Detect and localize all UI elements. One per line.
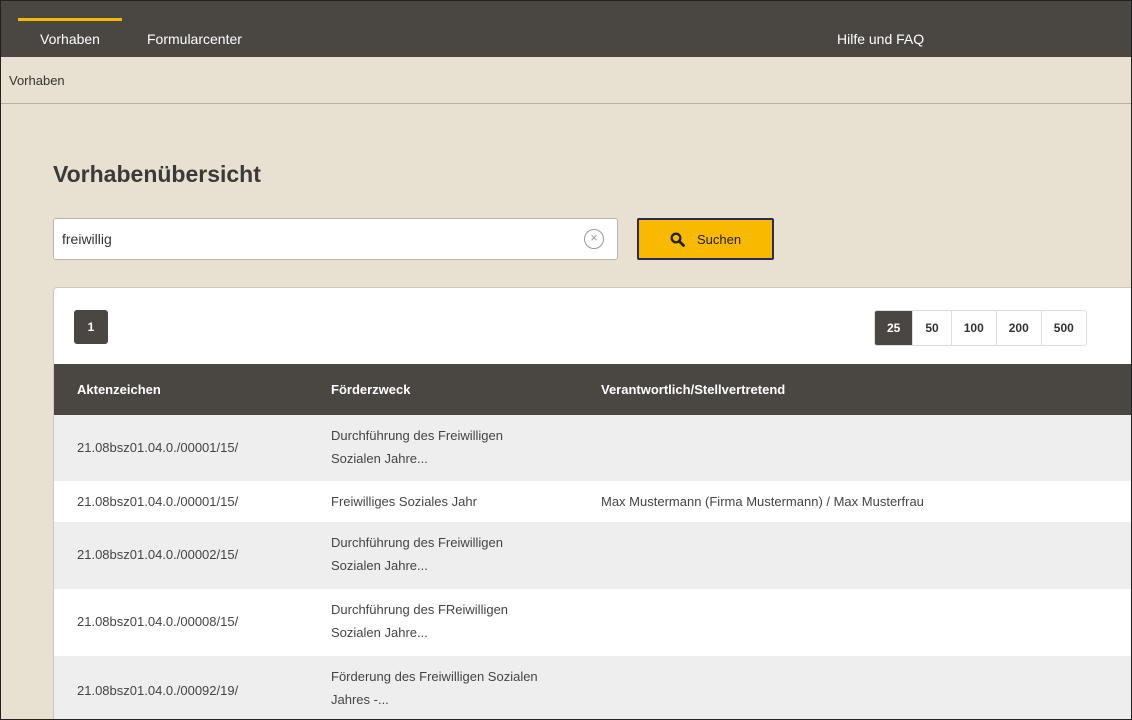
page-size-200[interactable]: 200 bbox=[995, 311, 1041, 345]
breadcrumb-bar: Vorhaben bbox=[1, 57, 1131, 104]
cell-foerderzweck-line: Durchführung des FReiwilligen bbox=[331, 602, 509, 617]
tab-vorhaben[interactable]: Vorhaben bbox=[18, 18, 122, 56]
cell-aktenzeichen: 21.08bsz01.04.0./00001/15/ bbox=[77, 494, 239, 509]
cell-foerderzweck-line: Jahres -... bbox=[331, 692, 389, 707]
tab-formularcenter[interactable]: Formularcenter bbox=[147, 19, 242, 57]
cell-aktenzeichen: 21.08bsz01.04.0./00008/15/ bbox=[77, 614, 239, 629]
cell-aktenzeichen: 21.08bsz01.04.0./00001/15/ bbox=[77, 440, 239, 455]
cell-aktenzeichen: 21.08bsz01.04.0./00002/15/ bbox=[77, 547, 239, 562]
cell-foerderzweck: Durchführung des Freiwilligen Sozialen J… bbox=[331, 424, 581, 470]
breadcrumb[interactable]: Vorhaben bbox=[9, 73, 65, 88]
column-header-verantwortlich[interactable]: Verantwortlich/Stellvertretend bbox=[601, 382, 785, 397]
page-size-25[interactable]: 25 bbox=[875, 311, 913, 345]
cell-foerderzweck-line: Durchführung des Freiwilligen bbox=[331, 428, 503, 443]
cell-foerderzweck-line: Sozialen Jahre... bbox=[331, 558, 428, 573]
page-size-500[interactable]: 500 bbox=[1040, 311, 1086, 345]
cell-verantwortlich: Max Mustermann (Firma Mustermann) / Max … bbox=[601, 494, 924, 509]
page-size-100[interactable]: 100 bbox=[950, 311, 996, 345]
table-row[interactable]: 21.08bsz01.04.0./00001/15/ Durchführung … bbox=[54, 415, 1131, 481]
table-row[interactable]: 21.08bsz01.04.0./00001/15/ Freiwilliges … bbox=[54, 481, 1131, 522]
page-title: Vorhabenübersicht bbox=[53, 161, 261, 187]
cell-foerderzweck-line: Durchführung des Freiwilligen bbox=[331, 535, 503, 550]
search-button-label: Suchen bbox=[696, 231, 742, 247]
tab-hilfe-und-faq[interactable]: Hilfe und FAQ bbox=[837, 19, 924, 57]
page-button-1[interactable]: 1 bbox=[74, 310, 108, 344]
table-row[interactable]: 21.08bsz01.04.0./00092/19/ Förderung des… bbox=[54, 656, 1131, 719]
app-window: Vorhaben Formularcenter Hilfe und FAQ Vo… bbox=[0, 0, 1132, 720]
cell-foerderzweck-line: Förderung des Freiwilligen Sozialen bbox=[331, 669, 538, 684]
table-header: Aktenzeichen Förderzweck Verantwortlich/… bbox=[54, 364, 1131, 415]
search-box: × bbox=[53, 218, 618, 260]
search-input[interactable] bbox=[62, 219, 572, 259]
cell-aktenzeichen: 21.08bsz01.04.0./00092/19/ bbox=[77, 683, 239, 698]
cell-foerderzweck: Freiwilliges Soziales Jahr bbox=[331, 494, 477, 509]
column-header-aktenzeichen[interactable]: Aktenzeichen bbox=[77, 382, 161, 397]
table-row[interactable]: 21.08bsz01.04.0./00002/15/ Durchführung … bbox=[54, 522, 1131, 589]
page-size-50[interactable]: 50 bbox=[912, 311, 951, 345]
clear-icon[interactable]: × bbox=[584, 229, 604, 249]
search-button[interactable]: Suchen bbox=[637, 218, 774, 260]
column-header-foerderzweck[interactable]: Förderzweck bbox=[331, 382, 410, 397]
page-size-selector: 25 50 100 200 500 bbox=[874, 310, 1087, 346]
cell-foerderzweck: Förderung des Freiwilligen Sozialen Jahr… bbox=[331, 665, 581, 711]
results-panel: 1 25 50 100 200 500 Aktenzeichen Förderz… bbox=[53, 287, 1131, 719]
top-navigation: Vorhaben Formularcenter Hilfe und FAQ bbox=[1, 1, 1131, 57]
cell-foerderzweck: Durchführung des FReiwilligen Sozialen J… bbox=[331, 598, 581, 644]
search-icon bbox=[670, 231, 685, 247]
cell-foerderzweck-line: Sozialen Jahre... bbox=[331, 625, 428, 640]
cell-foerderzweck: Durchführung des Freiwilligen Sozialen J… bbox=[331, 531, 581, 577]
cell-foerderzweck-line: Sozialen Jahre... bbox=[331, 451, 428, 466]
table-row[interactable]: 21.08bsz01.04.0./00008/15/ Durchführung … bbox=[54, 589, 1131, 656]
